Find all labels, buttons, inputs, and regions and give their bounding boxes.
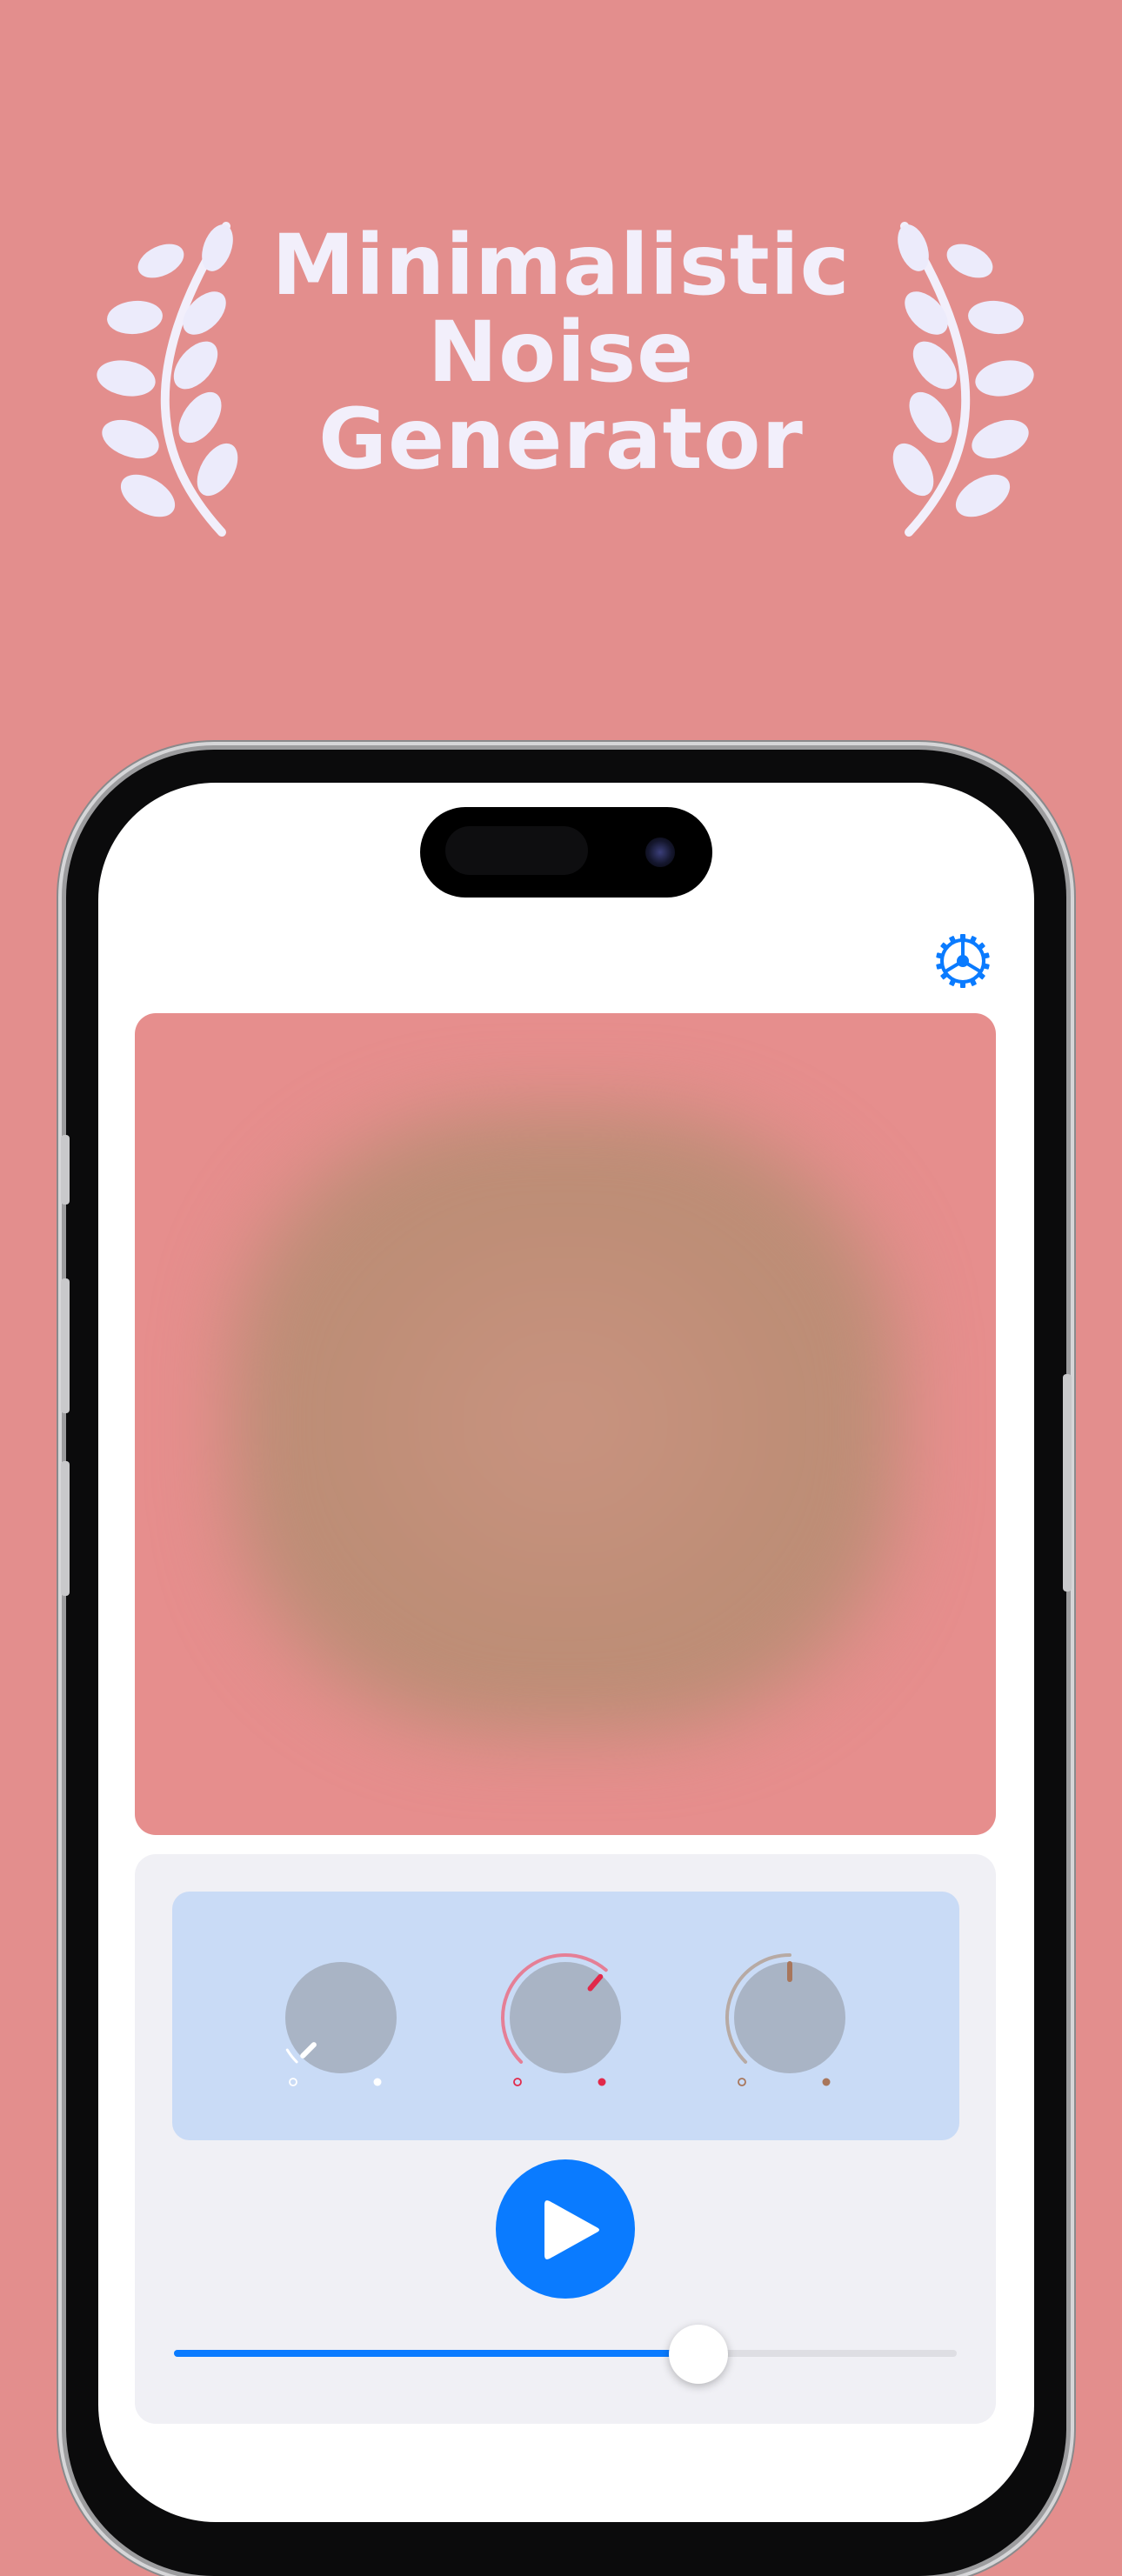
noise-preview — [135, 1013, 996, 1835]
phone-action-button — [61, 1135, 70, 1205]
knob-body — [510, 1962, 621, 2073]
knob-max-dot — [822, 2078, 831, 2086]
play-button[interactable] — [496, 2159, 635, 2299]
gear-icon — [936, 934, 990, 988]
laurel-right-icon — [892, 222, 1034, 537]
headline-line-3: Generator — [318, 390, 804, 488]
knob-min-dot — [289, 2078, 297, 2086]
phone-volume-up-button — [61, 1278, 70, 1413]
headline: Minimalistic Noise Generator — [261, 222, 861, 483]
knob-min-dot — [738, 2078, 746, 2086]
phone-power-button — [1063, 1374, 1072, 1592]
gear-tooth — [960, 981, 965, 988]
volume-slider[interactable] — [174, 2350, 957, 2357]
headline-line-1: Minimalistic — [271, 217, 851, 314]
noise-visualization — [230, 1109, 900, 1735]
white-noise-knob[interactable] — [271, 1948, 411, 2087]
play-icon — [544, 2200, 599, 2259]
knob-min-dot — [513, 2078, 522, 2086]
headline-line-2: Noise — [427, 304, 695, 401]
island-sensor — [445, 826, 588, 875]
knob-level-arc — [285, 2048, 298, 2064]
volume-slider-thumb[interactable] — [669, 2325, 728, 2384]
laurel-left-icon — [97, 222, 238, 537]
settings-button[interactable] — [934, 932, 992, 990]
pink-noise-knob[interactable] — [496, 1948, 635, 2087]
phone-volume-down-button — [61, 1461, 70, 1596]
knob-max-dot — [373, 2078, 382, 2086]
knob-max-dot — [598, 2078, 606, 2086]
brown-noise-knob[interactable] — [720, 1948, 859, 2087]
gear-tooth — [960, 934, 965, 941]
volume-slider-fill — [174, 2350, 698, 2357]
front-camera-icon — [645, 838, 675, 867]
